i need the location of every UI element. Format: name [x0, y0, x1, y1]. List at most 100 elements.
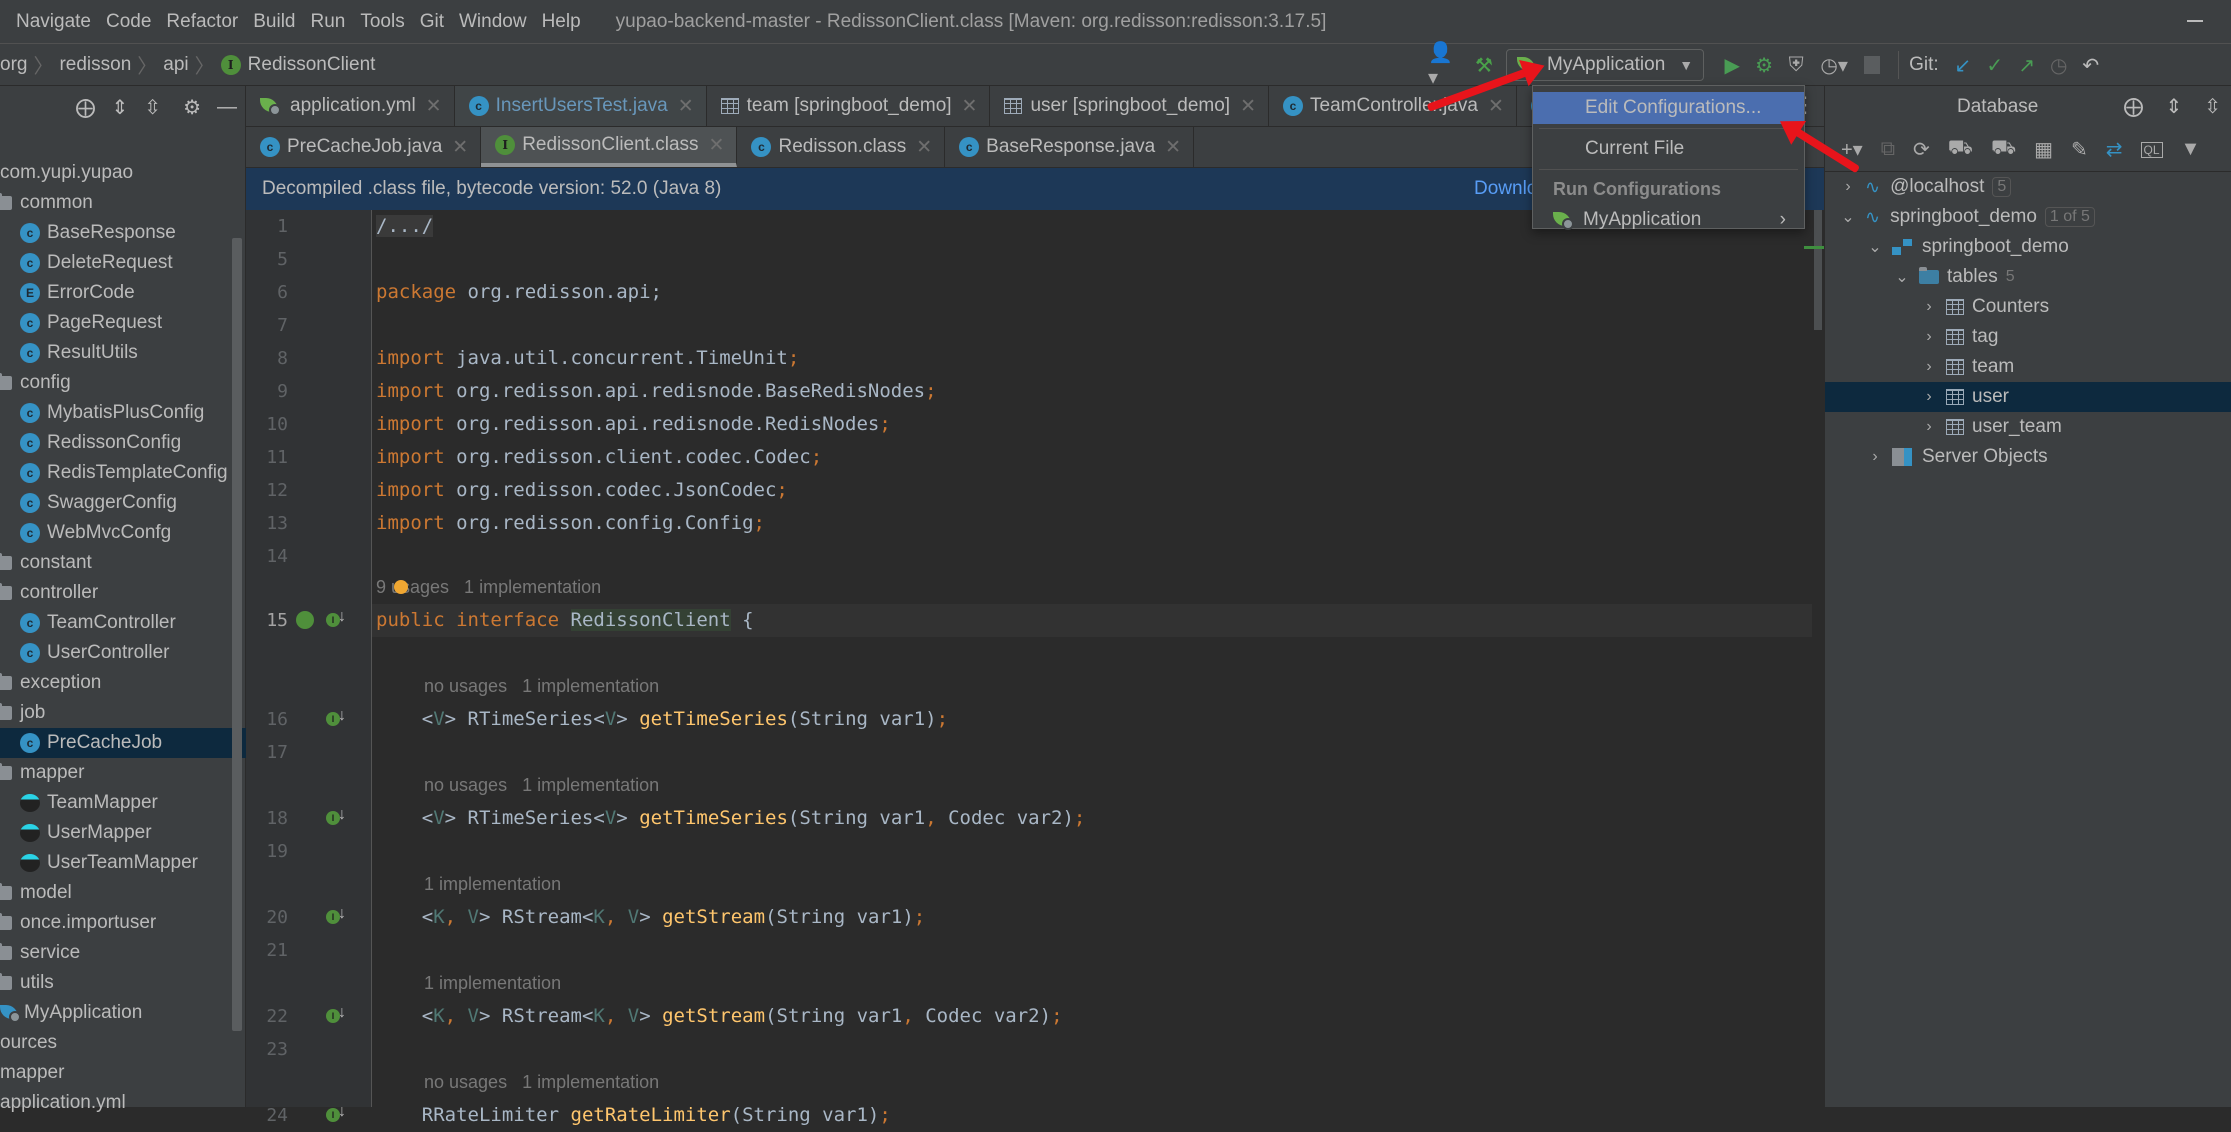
- project-tree-item[interactable]: c ResultUtils: [0, 338, 246, 368]
- code-vision-hint[interactable]: no usages 1 implementation: [424, 1072, 659, 1093]
- code-vision-hint[interactable]: 9 usages 1 implementation: [376, 577, 601, 598]
- project-tree-item[interactable]: model: [0, 878, 246, 908]
- edit-configurations-item[interactable]: Edit Configurations...: [1533, 92, 1804, 124]
- editor-tab[interactable]: c BaseResponse.java ✕: [945, 127, 1195, 167]
- project-tree-item[interactable]: job: [0, 698, 246, 728]
- expand-all-icon[interactable]: ⇕: [2165, 94, 2182, 119]
- settings-gear-icon[interactable]: ⚙: [183, 95, 201, 120]
- project-tree-item[interactable]: controller: [0, 578, 246, 608]
- download-sources-link[interactable]: Downlo: [1474, 178, 1537, 200]
- locate-target-icon[interactable]: ⨁: [76, 95, 96, 120]
- locate-target-icon[interactable]: ⨁: [2123, 94, 2143, 119]
- collapse-all-icon[interactable]: ⇳: [144, 95, 161, 120]
- menu-tools[interactable]: Tools: [345, 11, 404, 33]
- database-tree-item[interactable]: › user: [1825, 382, 2231, 412]
- database-tree-item[interactable]: › tag: [1825, 322, 2231, 352]
- breadcrumb-api[interactable]: api: [163, 54, 188, 76]
- project-tree-item[interactable]: ources: [0, 1028, 246, 1058]
- close-tab-icon[interactable]: ✕: [962, 95, 978, 118]
- database-tree-item[interactable]: ⌄ tables 5: [1825, 262, 2231, 292]
- project-tree-item[interactable]: utils: [0, 968, 246, 998]
- project-tree-item[interactable]: c DeleteRequest: [0, 248, 246, 278]
- menu-navigate[interactable]: Navigate: [0, 11, 91, 33]
- refresh-icon[interactable]: ⟳: [1913, 137, 1930, 162]
- menu-git[interactable]: Git: [405, 11, 444, 33]
- editor-tab[interactable]: I RedissonClient.class ✕: [481, 127, 738, 167]
- project-scrollbar[interactable]: [232, 238, 242, 1031]
- debug-bug-icon[interactable]: ⚙: [1748, 49, 1780, 81]
- database-tree-item[interactable]: › user_team: [1825, 412, 2231, 442]
- lightbulb-icon[interactable]: [394, 580, 408, 594]
- current-file-item[interactable]: Current File: [1533, 133, 1804, 165]
- menu-run[interactable]: Run: [295, 11, 345, 33]
- project-tree-item[interactable]: c SwaggerConfig: [0, 488, 246, 518]
- project-tree-item[interactable]: once.importuser: [0, 908, 246, 938]
- expand-chevron-icon[interactable]: ›: [1839, 178, 1857, 196]
- build-hammer-icon[interactable]: ⚒: [1468, 49, 1500, 81]
- spring-bean-icon[interactable]: [296, 611, 314, 629]
- close-tab-icon[interactable]: ✕: [1165, 136, 1181, 159]
- project-tree-item[interactable]: mapper: [0, 1058, 246, 1088]
- user-account-icon[interactable]: 👤▾: [1428, 42, 1460, 89]
- datasource-properties-icon[interactable]: ⛟: [1948, 137, 1973, 162]
- project-tree-item[interactable]: c RedissonConfig: [0, 428, 246, 458]
- project-tree-item[interactable]: mapper: [0, 758, 246, 788]
- editor-tab[interactable]: application.yml ✕: [246, 86, 455, 126]
- expand-all-icon[interactable]: ⇕: [112, 95, 129, 120]
- code-vision-hint[interactable]: 1 implementation: [424, 874, 561, 895]
- duplicate-icon[interactable]: ⧉: [1881, 138, 1895, 161]
- database-tree-item[interactable]: › Counters: [1825, 292, 2231, 322]
- minimize-window-button[interactable]: [2187, 20, 2203, 22]
- menu-build[interactable]: Build: [238, 11, 295, 33]
- close-tab-icon[interactable]: ✕: [916, 136, 932, 159]
- editor-tab[interactable]: c InsertUsersTest.java ✕: [454, 86, 707, 126]
- project-tree-item[interactable]: c MybatisPlusConfig: [0, 398, 246, 428]
- coverage-icon[interactable]: ⛨: [1780, 49, 1812, 81]
- database-tree-item[interactable]: › ∿ @localhost 5: [1825, 172, 2231, 202]
- project-tree-item[interactable]: MyApplication: [0, 998, 246, 1028]
- database-tree-item[interactable]: › Server Objects: [1825, 442, 2231, 472]
- database-tree-item[interactable]: ⌄ springboot_demo: [1825, 232, 2231, 262]
- project-tree-item[interactable]: config: [0, 368, 246, 398]
- project-tree-item[interactable]: c PreCacheJob: [0, 728, 246, 758]
- close-tab-icon[interactable]: ✕: [709, 134, 725, 157]
- project-tree-item[interactable]: c RedisTemplateConfig: [0, 458, 246, 488]
- filter-icon[interactable]: ▼: [2181, 138, 2201, 161]
- code-vision-hint[interactable]: 1 implementation: [424, 973, 561, 994]
- run-icon[interactable]: ▶: [1716, 49, 1748, 81]
- project-tree-item[interactable]: UserMapper: [0, 818, 246, 848]
- menu-window[interactable]: Window: [444, 11, 527, 33]
- menu-code[interactable]: Code: [91, 11, 151, 33]
- git-history-icon[interactable]: ◷: [2043, 49, 2075, 81]
- project-tree-item[interactable]: service: [0, 938, 246, 968]
- collapse-all-icon[interactable]: ⇳: [2204, 94, 2221, 119]
- project-tree-item[interactable]: common: [0, 188, 246, 218]
- query-console-icon[interactable]: QL: [2140, 141, 2163, 158]
- profiler-icon[interactable]: ◷▾: [1812, 49, 1856, 81]
- hide-panel-icon[interactable]: —: [217, 96, 237, 119]
- menu-help[interactable]: Help: [527, 11, 581, 33]
- database-tree-item[interactable]: › team: [1825, 352, 2231, 382]
- editor-tab[interactable]: user [springboot_demo] ✕: [990, 86, 1270, 126]
- close-tab-icon[interactable]: ✕: [426, 95, 442, 118]
- stop-icon[interactable]: [1856, 49, 1888, 81]
- expand-chevron-icon[interactable]: ›: [1866, 448, 1884, 466]
- code-vision-hint[interactable]: no usages 1 implementation: [424, 676, 659, 697]
- expand-chevron-icon[interactable]: ›: [1920, 298, 1938, 316]
- close-tab-icon[interactable]: ✕: [452, 136, 468, 159]
- git-rollback-icon[interactable]: ↶: [2075, 49, 2107, 81]
- expand-chevron-icon[interactable]: ›: [1920, 328, 1938, 346]
- git-commit-icon[interactable]: ✓: [1979, 49, 2011, 81]
- project-tree-item[interactable]: com.yupi.yupao: [0, 158, 246, 188]
- expand-chevron-icon[interactable]: ⌄: [1839, 207, 1857, 227]
- project-tree-item[interactable]: c WebMvcConfg: [0, 518, 246, 548]
- editor-tab[interactable]: team [springboot_demo] ✕: [707, 86, 991, 126]
- project-tree-item[interactable]: c UserController: [0, 638, 246, 668]
- edit-pencil-icon[interactable]: ✎: [2071, 137, 2088, 162]
- expand-chevron-icon[interactable]: ›: [1920, 418, 1938, 436]
- git-update-icon[interactable]: ↙: [1947, 49, 1979, 81]
- table-view-icon[interactable]: ▦: [2034, 137, 2053, 162]
- expand-chevron-icon[interactable]: ›: [1920, 358, 1938, 376]
- code-vision-hint[interactable]: no usages 1 implementation: [424, 775, 659, 796]
- code-editor[interactable]: /.../ package org.redisson.api; import jav…: [372, 210, 1812, 1126]
